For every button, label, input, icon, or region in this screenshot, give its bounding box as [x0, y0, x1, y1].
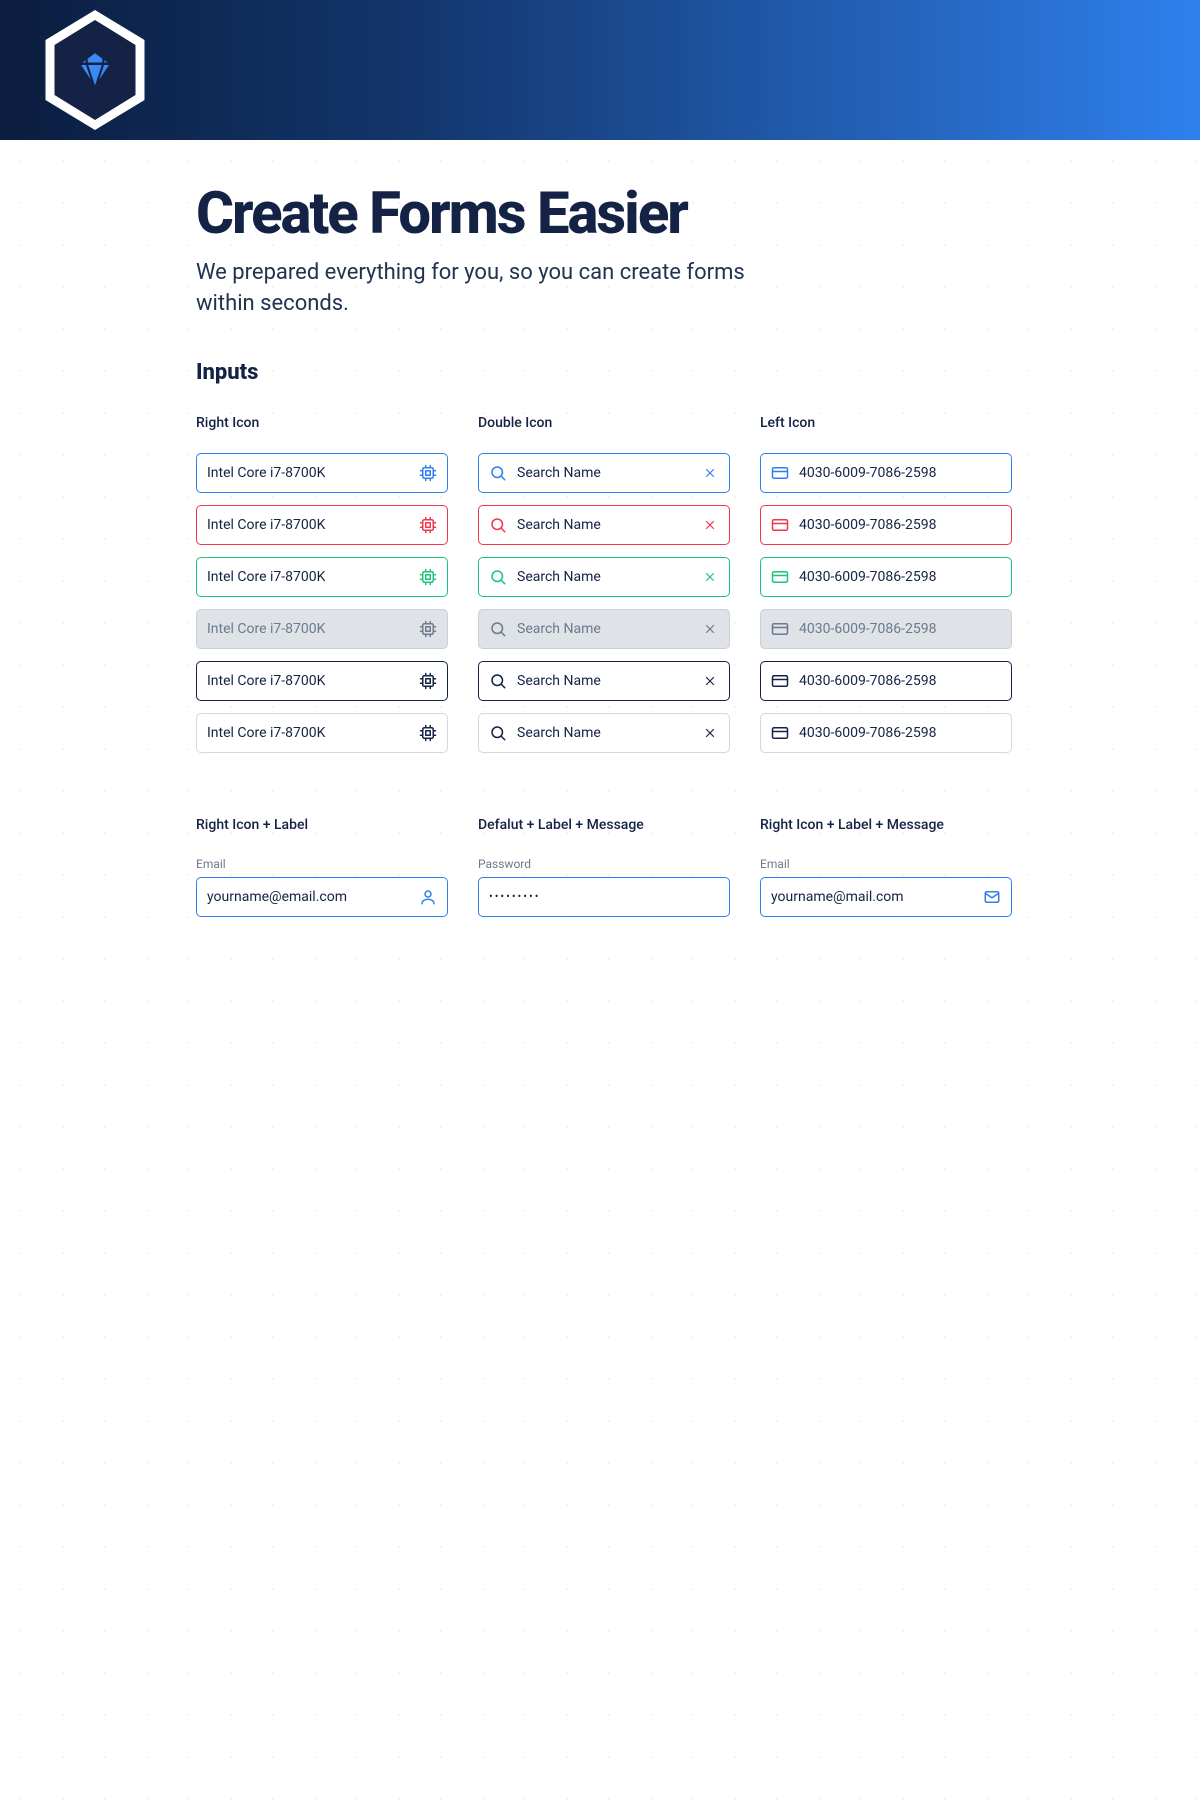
input-value: 4030-6009-7086-2598	[799, 673, 1001, 689]
search-icon	[489, 620, 507, 638]
header-bar	[0, 0, 1200, 140]
input-double-icon-green[interactable]: Search Name	[478, 557, 730, 597]
cpu-icon	[419, 464, 437, 482]
input-value: Search Name	[517, 725, 691, 741]
cpu-icon	[419, 620, 437, 638]
col-label-right-icon-label: Right Icon + Label	[196, 817, 448, 833]
input-value: Intel Core i7-8700K	[207, 621, 409, 637]
input-value: Search Name	[517, 465, 691, 481]
input-right-icon-blue[interactable]: Intel Core i7-8700K	[196, 453, 448, 493]
input-value: yourname@email.com	[207, 889, 409, 905]
search-icon	[489, 516, 507, 534]
input-value: Intel Core i7-8700K	[207, 569, 409, 585]
input-double-icon-red[interactable]: Search Name	[478, 505, 730, 545]
close-icon[interactable]	[701, 568, 719, 586]
logo	[40, 10, 150, 130]
input-left-icon-blue[interactable]: 4030-6009-7086-2598	[760, 453, 1012, 493]
input-right-icon-green[interactable]: Intel Core i7-8700K	[196, 557, 448, 597]
input-right-icon-disabled: Intel Core i7-8700K	[196, 609, 448, 649]
input-value: Intel Core i7-8700K	[207, 725, 409, 741]
input-value: Intel Core i7-8700K	[207, 465, 409, 481]
input-email-1[interactable]: yourname@email.com	[196, 877, 448, 917]
input-left-icon-green[interactable]: 4030-6009-7086-2598	[760, 557, 1012, 597]
search-icon	[489, 672, 507, 690]
card-icon	[771, 724, 789, 742]
user-icon	[419, 888, 437, 906]
cpu-icon	[419, 516, 437, 534]
input-left-icon-red[interactable]: 4030-6009-7086-2598	[760, 505, 1012, 545]
input-value: 4030-6009-7086-2598	[799, 569, 1001, 585]
cpu-icon	[419, 568, 437, 586]
close-icon[interactable]	[701, 516, 719, 534]
input-double-icon-light[interactable]: Search Name	[478, 713, 730, 753]
input-value: Search Name	[517, 517, 691, 533]
col-label-default-label-message: Defalut + Label + Message	[478, 817, 730, 833]
card-icon	[771, 464, 789, 482]
search-icon	[489, 724, 507, 742]
col-label-double-icon: Double Icon	[478, 415, 730, 431]
card-icon	[771, 516, 789, 534]
input-left-icon-dark[interactable]: 4030-6009-7086-2598	[760, 661, 1012, 701]
search-icon	[489, 464, 507, 482]
input-value: yourname@mail.com	[771, 889, 973, 905]
field-label-email: Email	[196, 857, 448, 871]
page-title: Create Forms Easier	[196, 180, 1016, 248]
input-value: Search Name	[517, 569, 691, 585]
input-double-icon-disabled: Search Name	[478, 609, 730, 649]
input-value: Search Name	[517, 673, 691, 689]
close-icon[interactable]	[701, 672, 719, 690]
col-label-right-icon-label-message: Right Icon + Label + Message	[760, 817, 1012, 833]
cpu-icon	[419, 724, 437, 742]
input-value: 4030-6009-7086-2598	[799, 621, 1001, 637]
input-value: Intel Core i7-8700K	[207, 673, 409, 689]
input-value: Search Name	[517, 621, 691, 637]
input-left-icon-disabled: 4030-6009-7086-2598	[760, 609, 1012, 649]
col-label-right-icon: Right Icon	[196, 415, 448, 431]
input-password[interactable]: •••••••••	[478, 877, 730, 917]
card-icon	[771, 620, 789, 638]
input-left-icon-light[interactable]: 4030-6009-7086-2598	[760, 713, 1012, 753]
cpu-icon	[419, 672, 437, 690]
input-value: •••••••••	[489, 890, 719, 903]
input-value: Intel Core i7-8700K	[207, 517, 409, 533]
field-label-password: Password	[478, 857, 730, 871]
close-icon[interactable]	[701, 464, 719, 482]
input-value: 4030-6009-7086-2598	[799, 725, 1001, 741]
mail-icon	[983, 888, 1001, 906]
input-double-icon-blue[interactable]: Search Name	[478, 453, 730, 493]
diamond-icon	[70, 45, 120, 95]
page-subtitle: We prepared everything for you, so you c…	[196, 258, 796, 320]
close-icon	[701, 620, 719, 638]
search-icon	[489, 568, 507, 586]
input-value: 4030-6009-7086-2598	[799, 517, 1001, 533]
input-right-icon-red[interactable]: Intel Core i7-8700K	[196, 505, 448, 545]
input-double-icon-dark[interactable]: Search Name	[478, 661, 730, 701]
input-right-icon-dark[interactable]: Intel Core i7-8700K	[196, 661, 448, 701]
input-email-2[interactable]: yourname@mail.com	[760, 877, 1012, 917]
card-icon	[771, 672, 789, 690]
card-icon	[771, 568, 789, 586]
field-label-email-2: Email	[760, 857, 1012, 871]
close-icon[interactable]	[701, 724, 719, 742]
col-label-left-icon: Left Icon	[760, 415, 1012, 431]
input-value: 4030-6009-7086-2598	[799, 465, 1001, 481]
input-right-icon-light[interactable]: Intel Core i7-8700K	[196, 713, 448, 753]
section-title-inputs: Inputs	[196, 360, 1016, 385]
